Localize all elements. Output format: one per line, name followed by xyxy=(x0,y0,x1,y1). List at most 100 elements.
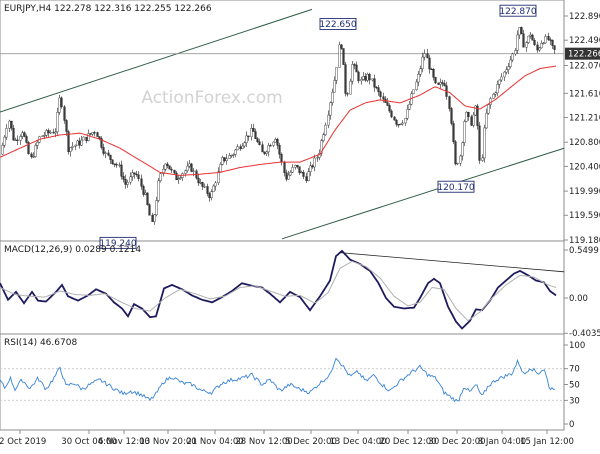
price-tick-label: 119.590 xyxy=(569,211,600,221)
candle-body xyxy=(461,142,464,157)
candle-body xyxy=(272,141,275,146)
candle-body xyxy=(470,116,473,126)
candle-body xyxy=(71,146,74,148)
candle-body xyxy=(478,125,481,161)
candle-body xyxy=(540,43,543,49)
candle-body xyxy=(307,171,310,182)
x-tick-label: 8 Jan 04:00 xyxy=(478,437,526,447)
candle-body xyxy=(225,158,228,162)
candle-body xyxy=(485,112,488,129)
candle-body xyxy=(430,68,433,71)
candle-body xyxy=(443,83,446,86)
candle-body xyxy=(467,111,470,117)
candle-body xyxy=(549,39,552,41)
price-tick-label: 121.210 xyxy=(569,113,600,123)
candle-body xyxy=(74,144,77,147)
candle-body xyxy=(261,144,264,153)
candle-body xyxy=(346,93,349,95)
candle-body xyxy=(47,130,50,134)
price-tick-label: 119.180 xyxy=(569,236,600,246)
candle-body xyxy=(199,182,202,184)
candle-body xyxy=(177,178,180,180)
candle-body xyxy=(14,139,17,141)
candle-body xyxy=(63,106,66,121)
candle-body xyxy=(439,82,442,85)
candle-body xyxy=(247,135,250,138)
candle-body xyxy=(197,177,200,184)
candle-body xyxy=(511,53,514,61)
candle-body xyxy=(452,123,455,142)
candle-body xyxy=(505,69,508,73)
candle-body xyxy=(241,145,244,149)
candle-body xyxy=(188,163,191,167)
candle-body xyxy=(155,200,158,216)
candle-body xyxy=(529,34,532,37)
candle-body xyxy=(8,120,11,129)
candle-body xyxy=(201,182,204,187)
price-annotation-label: 120.170 xyxy=(437,183,474,193)
candle-body xyxy=(353,64,356,66)
candle-body xyxy=(126,181,129,185)
candle-body xyxy=(492,93,495,99)
rsi-tick-label: 70 xyxy=(569,365,580,375)
candle-body xyxy=(434,77,437,84)
candle-body xyxy=(69,147,72,152)
candle-body xyxy=(190,163,193,172)
candle-body xyxy=(122,176,125,180)
price-tick-label: 120.800 xyxy=(569,138,600,148)
candle-body xyxy=(21,132,24,137)
candle-body xyxy=(390,110,393,118)
candle-body xyxy=(65,120,68,132)
candle-body xyxy=(52,132,55,134)
rsi-tick-label: 30 xyxy=(569,396,580,406)
candle-body xyxy=(399,123,402,126)
candle-body xyxy=(133,172,136,175)
candle-body xyxy=(245,135,248,143)
candle-body xyxy=(137,174,140,179)
candle-body xyxy=(525,42,528,48)
price-header: EURJPY,H4 122.278 122.316 122.255 122.26… xyxy=(4,4,212,14)
candle-body xyxy=(206,186,209,194)
candle-body xyxy=(287,174,290,180)
candle-body xyxy=(481,157,484,161)
candle-body xyxy=(239,146,242,149)
candle-body xyxy=(338,44,341,68)
x-tick-label: 15 Jan 12:00 xyxy=(520,437,574,447)
candle-body xyxy=(120,164,123,177)
candle-body xyxy=(419,68,422,75)
candle-body xyxy=(340,44,343,49)
candle-body xyxy=(423,53,426,58)
candle-body xyxy=(91,132,94,135)
candle-body xyxy=(536,44,539,51)
candle-body xyxy=(483,127,486,159)
candle-body xyxy=(291,167,294,173)
candle-body xyxy=(355,64,358,73)
candle-body xyxy=(448,96,451,109)
price-annotation-label: 122.650 xyxy=(319,20,356,30)
candle-body xyxy=(232,154,235,156)
candle-body xyxy=(373,78,376,88)
macd-header: MACD(12,26,9) 0.0289 0.1214 xyxy=(4,245,141,255)
candle-body xyxy=(115,164,118,166)
candle-body xyxy=(111,159,114,164)
price-tick-label: 122.890 xyxy=(569,12,600,22)
candle-body xyxy=(364,76,367,81)
candle-body xyxy=(351,64,354,82)
chart-svg: 119.240122.650120.170122.870 122.890122.… xyxy=(0,0,600,447)
candle-body xyxy=(500,76,503,81)
candle-body xyxy=(228,155,231,159)
candle-body xyxy=(113,163,116,165)
candle-body xyxy=(140,178,143,187)
candle-body xyxy=(5,128,8,138)
candle-body xyxy=(417,74,420,83)
candle-body xyxy=(80,139,83,146)
candle-body xyxy=(89,133,92,135)
candle-body xyxy=(217,171,220,184)
candle-body xyxy=(382,96,385,100)
candle-body xyxy=(151,215,154,222)
candle-body xyxy=(58,97,61,113)
candle-body xyxy=(349,80,352,95)
candle-body xyxy=(533,40,536,46)
candle-body xyxy=(544,36,547,44)
candle-body xyxy=(16,139,19,141)
